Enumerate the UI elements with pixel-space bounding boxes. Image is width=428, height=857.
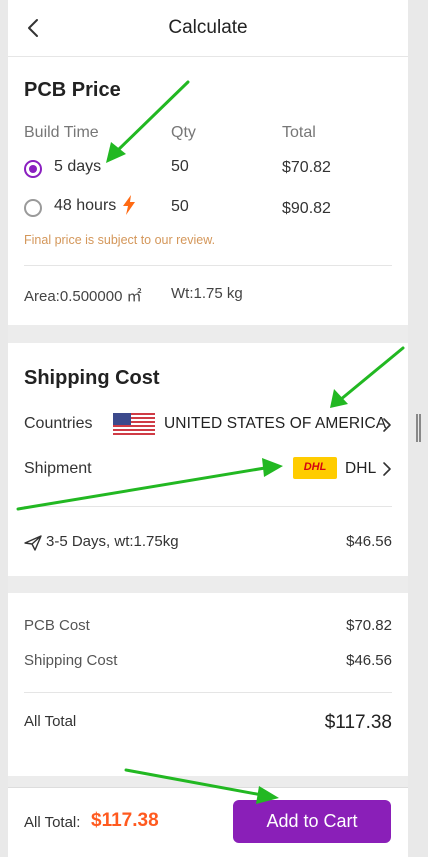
qty-header: Qty xyxy=(171,124,196,141)
shipment-label: Shipment xyxy=(24,460,92,477)
divider xyxy=(24,692,392,693)
paper-plane-icon xyxy=(24,535,42,551)
page-title: Calculate xyxy=(168,17,248,38)
build-time-radio-5-days[interactable] xyxy=(24,160,42,178)
build-time-radio-48-hours[interactable] xyxy=(24,199,42,217)
add-to-cart-button[interactable]: Add to Cart xyxy=(233,800,391,843)
bottom-action-bar: All Total: $117.38 Add to Cart xyxy=(8,787,408,857)
country-selector[interactable]: UNITED STATES OF AMERICA xyxy=(164,415,386,433)
header-bar: Calculate xyxy=(8,0,408,57)
delivery-estimate: 3-5 Days, wt:1.75kg xyxy=(46,533,179,550)
build-time-label-48-hours[interactable]: 48 hours xyxy=(54,197,116,215)
shipping-cost-value: $46.56 xyxy=(346,652,392,669)
countries-label: Countries xyxy=(24,415,93,432)
calculate-screen: Calculate PCB Price Build Time Qty Total… xyxy=(8,0,408,857)
divider xyxy=(24,265,392,266)
divider xyxy=(24,506,392,507)
build-time-label-5-days[interactable]: 5 days xyxy=(54,158,101,176)
total-value: $70.82 xyxy=(282,159,331,176)
total-header: Total xyxy=(282,124,316,141)
qty-value: 50 xyxy=(171,158,189,175)
shipping-cost-title: Shipping Cost xyxy=(24,367,160,389)
all-total-value: $117.38 xyxy=(324,712,392,733)
shipping-price: $46.56 xyxy=(346,533,392,550)
all-total-label: All Total xyxy=(24,713,77,730)
price-review-note: Final price is subject to our review. xyxy=(24,233,216,247)
lightning-bolt-icon xyxy=(123,195,135,215)
area-text: Area:0.500000 ㎡ xyxy=(24,288,142,305)
shipment-carrier[interactable]: DHL xyxy=(345,460,376,478)
pcb-cost-value: $70.82 xyxy=(346,617,392,634)
qty-value: 50 xyxy=(171,198,189,215)
dhl-logo[interactable]: DHL xyxy=(293,457,337,479)
pcb-price-title: PCB Price xyxy=(24,79,121,101)
dhl-logo-text: DHL xyxy=(303,461,327,473)
us-flag-icon[interactable] xyxy=(113,413,155,435)
pcb-price-card: PCB Price Build Time Qty Total 5 days 50… xyxy=(8,57,408,325)
chevron-right-icon[interactable] xyxy=(381,417,393,433)
shipping-cost-label: Shipping Cost xyxy=(24,652,118,669)
total-value: $90.82 xyxy=(282,200,331,217)
pcb-cost-label: PCB Cost xyxy=(24,617,90,634)
bottom-total-label: All Total: xyxy=(24,814,81,831)
chevron-right-icon[interactable] xyxy=(381,461,393,477)
bottom-total-price: $117.38 xyxy=(91,810,159,831)
scrollbar-handle[interactable] xyxy=(416,414,421,442)
cost-summary-card: PCB Cost $70.82 Shipping Cost $46.56 All… xyxy=(8,593,408,776)
shipping-cost-card: Shipping Cost Countries UNITED STATES OF… xyxy=(8,343,408,576)
build-time-header: Build Time xyxy=(24,124,99,141)
weight-text: Wt:1.75 kg xyxy=(171,285,243,302)
